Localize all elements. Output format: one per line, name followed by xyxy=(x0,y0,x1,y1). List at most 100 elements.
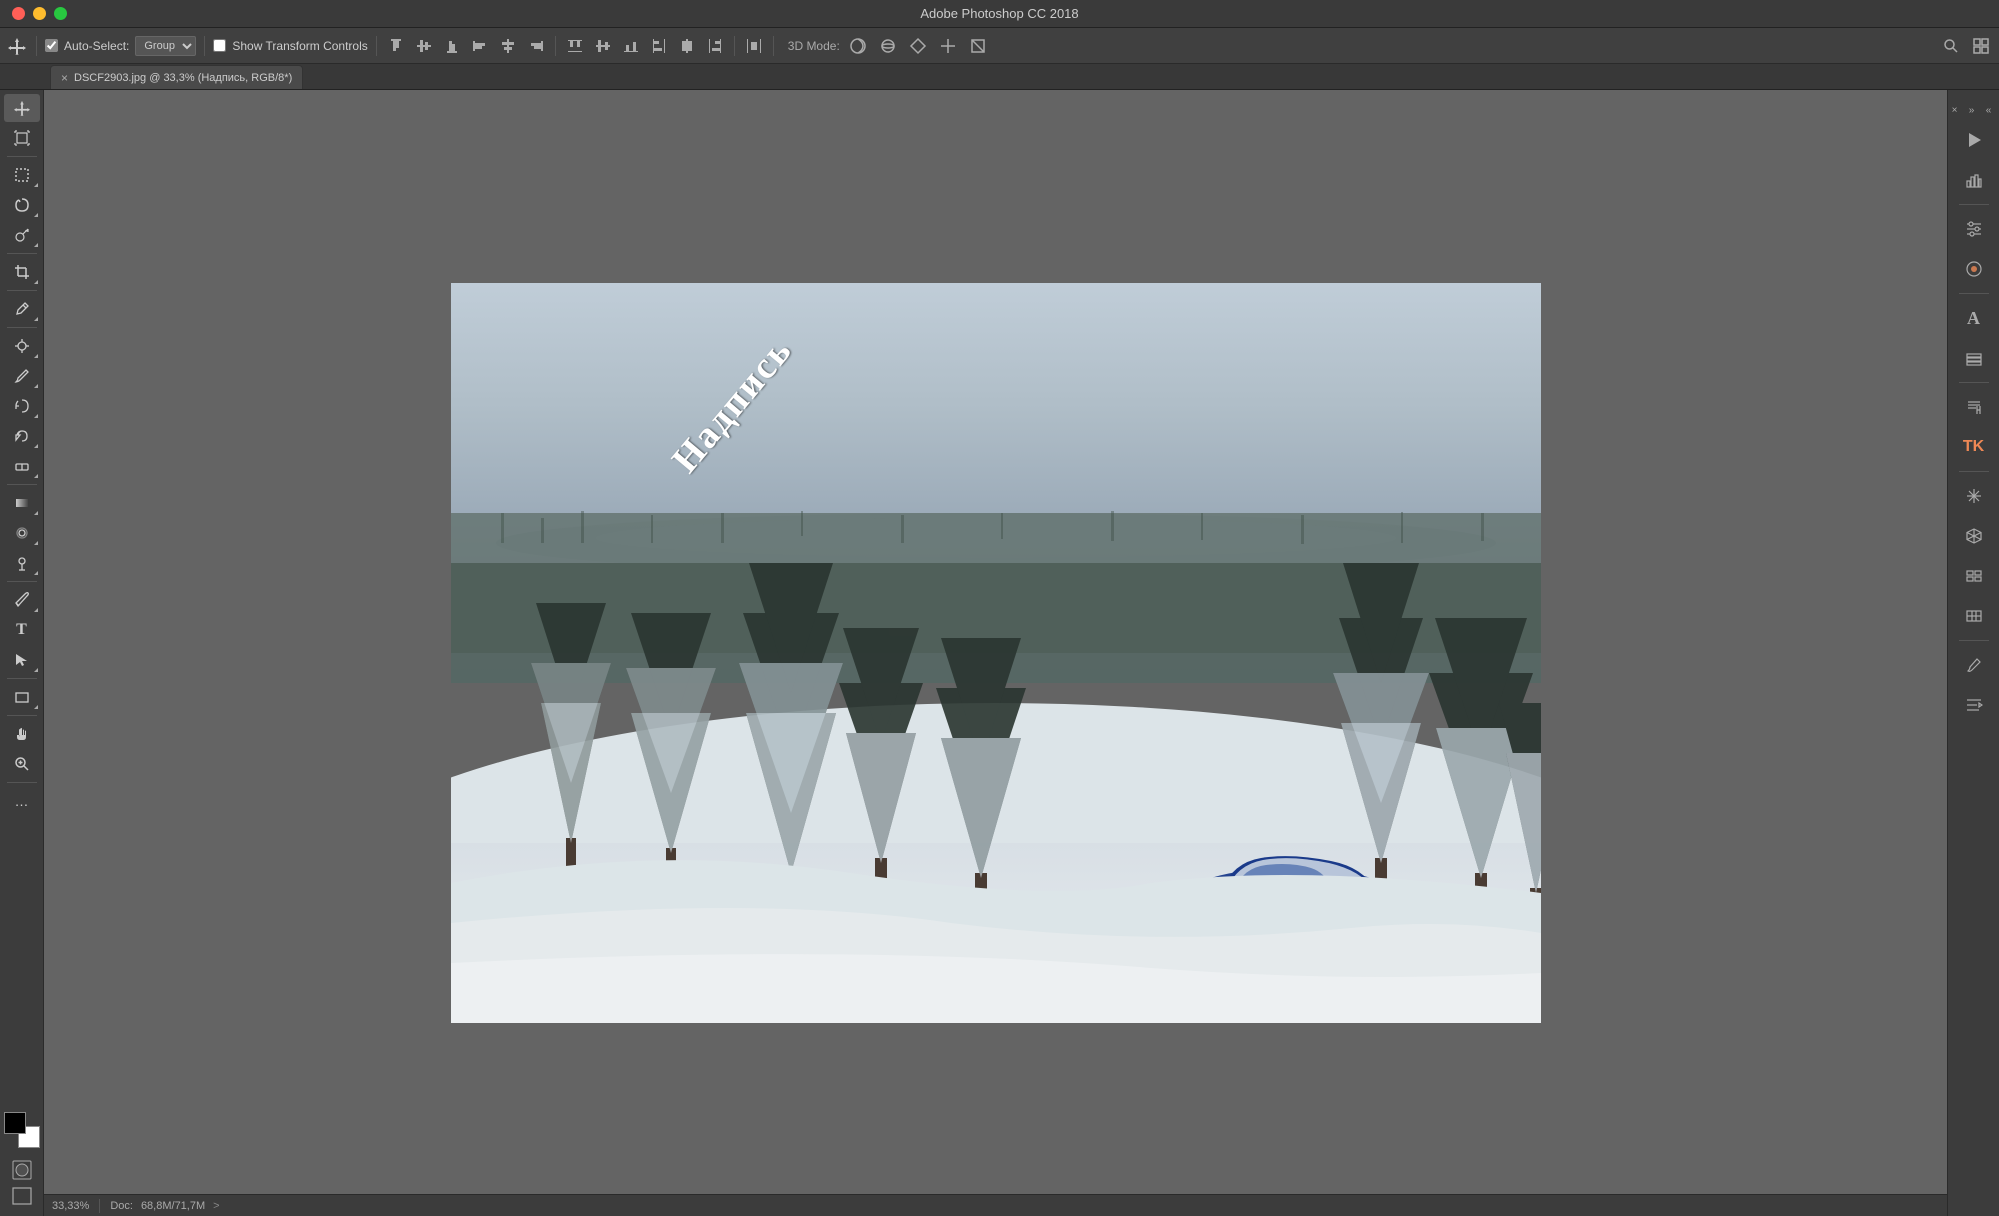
extra-tools[interactable]: … xyxy=(4,787,40,815)
shape-tool[interactable] xyxy=(4,683,40,711)
distribute-left[interactable] xyxy=(648,35,670,57)
align-left-edges[interactable] xyxy=(469,35,491,57)
screen-mode-button[interactable] xyxy=(4,1184,40,1208)
hand-tool[interactable] xyxy=(4,720,40,748)
distribute-spacing[interactable] xyxy=(743,35,765,57)
zoom-tool[interactable] xyxy=(4,750,40,778)
main-layout: T … xyxy=(0,90,1999,1216)
tk-panel-button[interactable]: TK xyxy=(1956,429,1992,465)
align-right-edges[interactable] xyxy=(525,35,547,57)
tool-sep-1 xyxy=(7,156,37,157)
lasso-tool[interactable] xyxy=(4,191,40,219)
adjustments-list-button[interactable] xyxy=(1956,211,1992,247)
marquee-tool[interactable] xyxy=(4,161,40,189)
move-tool[interactable] xyxy=(4,94,40,122)
path-select-tool[interactable] xyxy=(4,646,40,674)
3d-mode-label: 3D Mode: xyxy=(788,39,840,53)
panel-sep-5 xyxy=(1959,640,1989,641)
panel-sep-2 xyxy=(1959,293,1989,294)
distribute-bottom[interactable] xyxy=(620,35,642,57)
move-tool-icon[interactable] xyxy=(6,35,28,57)
color-swatches[interactable] xyxy=(4,1112,40,1148)
custom-panel-button[interactable] xyxy=(1956,687,1992,723)
distribute-right[interactable] xyxy=(704,35,726,57)
slide-3d[interactable] xyxy=(936,34,960,58)
tool-sep-6 xyxy=(7,581,37,582)
canvas-area: Надпись 33,33% Doc: 68,8M/71,7M > xyxy=(44,90,1947,1216)
distribute-vertical[interactable] xyxy=(592,35,614,57)
workspace-button[interactable] xyxy=(1969,34,1993,58)
canvas-wrapper: Надпись xyxy=(451,283,1541,1023)
gradient-tool[interactable] xyxy=(4,489,40,517)
panel-sep-4 xyxy=(1959,471,1989,472)
minimize-button[interactable] xyxy=(33,7,46,20)
align-bottom-edges[interactable] xyxy=(441,35,463,57)
clone-tool[interactable] xyxy=(4,392,40,420)
panel-collapse-button[interactable]: « xyxy=(1982,102,1995,118)
brush-tool[interactable] xyxy=(4,362,40,390)
align-top-edges[interactable] xyxy=(385,35,407,57)
panel-sep-3 xyxy=(1959,382,1989,383)
align-vertical-centers[interactable] xyxy=(413,35,435,57)
tool-sep-8 xyxy=(7,715,37,716)
play-panel-button[interactable] xyxy=(1956,122,1992,158)
3d-panel-button[interactable] xyxy=(1956,518,1992,554)
timeline-panel-button[interactable] xyxy=(1956,558,1992,594)
type-panel-button[interactable]: A xyxy=(1956,300,1992,336)
group-dropdown[interactable]: Group xyxy=(135,36,196,56)
history-brush-tool[interactable] xyxy=(4,422,40,450)
maximize-button[interactable] xyxy=(54,7,67,20)
roll-3d[interactable] xyxy=(876,34,900,58)
status-arrow[interactable]: > xyxy=(213,1200,219,1212)
rotate-3d[interactable] xyxy=(846,34,870,58)
right-panels: × » « A xyxy=(1947,90,1999,1216)
eyedropper-tool[interactable] xyxy=(4,295,40,323)
tab-close-icon[interactable]: × xyxy=(61,71,68,85)
separator-2 xyxy=(204,36,205,56)
separator-6 xyxy=(773,36,774,56)
drag-3d[interactable] xyxy=(906,34,930,58)
document-tab[interactable]: × DSCF2903.jpg @ 33,3% (Надпись, RGB/8*) xyxy=(50,65,303,89)
canvas-image xyxy=(451,283,1541,1023)
adjustments-panel-button[interactable] xyxy=(1956,598,1992,634)
crop-tool[interactable] xyxy=(4,258,40,286)
histogram-panel-button[interactable] xyxy=(1956,162,1992,198)
close-button[interactable] xyxy=(12,7,25,20)
tool-sep-5 xyxy=(7,484,37,485)
artboard-tool[interactable] xyxy=(4,124,40,152)
dodge-tool[interactable] xyxy=(4,549,40,577)
paragraph-panel-button[interactable] xyxy=(1956,389,1992,425)
panel-header: × » « xyxy=(1948,98,1999,118)
left-toolbar: T … xyxy=(0,90,44,1216)
color-panel-button[interactable] xyxy=(1956,251,1992,287)
distribute-top[interactable] xyxy=(564,35,586,57)
type-tool[interactable]: T xyxy=(4,616,40,644)
distribute-horizontal[interactable] xyxy=(676,35,698,57)
tool-sep-2 xyxy=(7,253,37,254)
tool-sep-7 xyxy=(7,678,37,679)
auto-select-label: Auto-Select: xyxy=(64,39,129,53)
layers-panel-button[interactable] xyxy=(1956,340,1992,376)
quick-select-tool[interactable] xyxy=(4,221,40,249)
tool-sep-4 xyxy=(7,327,37,328)
panel-expand-button[interactable]: » xyxy=(1965,102,1978,118)
astro-panel-button[interactable] xyxy=(1956,478,1992,514)
scale-3d[interactable] xyxy=(966,34,990,58)
search-button[interactable] xyxy=(1939,34,1963,58)
align-horizontal-centers[interactable] xyxy=(497,35,519,57)
auto-select-checkbox[interactable] xyxy=(45,39,58,52)
eraser-tool[interactable] xyxy=(4,452,40,480)
tab-label: DSCF2903.jpg @ 33,3% (Надпись, RGB/8*) xyxy=(74,72,292,84)
zoom-level: 33,33% xyxy=(52,1200,89,1212)
brush-settings-button[interactable] xyxy=(1956,647,1992,683)
foreground-color[interactable] xyxy=(4,1112,26,1134)
tab-bar: × DSCF2903.jpg @ 33,3% (Надпись, RGB/8*) xyxy=(0,64,1999,90)
status-sep-1 xyxy=(99,1199,100,1213)
panel-sep-1 xyxy=(1959,204,1989,205)
healing-tool[interactable] xyxy=(4,332,40,360)
panel-close-button[interactable]: × xyxy=(1948,102,1961,118)
blur-tool[interactable] xyxy=(4,519,40,547)
pen-tool[interactable] xyxy=(4,586,40,614)
show-transform-checkbox[interactable] xyxy=(213,39,226,52)
quick-mask-button[interactable] xyxy=(4,1158,40,1182)
